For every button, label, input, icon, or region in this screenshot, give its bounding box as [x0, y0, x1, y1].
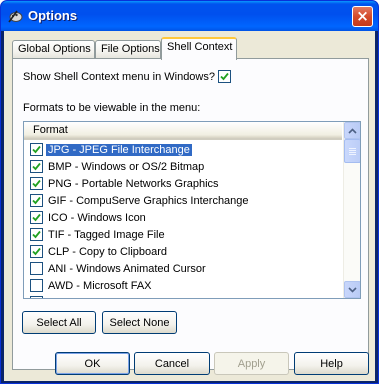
tab-label: Global Options [18, 43, 91, 55]
formats-rows: JPG - JPEG File Interchange BMP - Windows… [24, 141, 342, 299]
show-shell-context-row: Show Shell Context menu in Windows? [23, 70, 231, 83]
tab-shell-context[interactable]: Shell Context [161, 37, 237, 60]
cancel-label: Cancel [154, 357, 190, 370]
chevron-down-icon [348, 286, 357, 293]
list-item[interactable]: AWD - Microsoft FAX [24, 277, 342, 294]
select-none-label: Select None [109, 316, 170, 329]
shell-context-panel: Show Shell Context menu in Windows? Form… [12, 58, 369, 370]
chevron-up-icon [348, 127, 357, 134]
help-label: Help [320, 357, 343, 370]
options-dialog: Options × Global Options File Options Sh… [0, 0, 379, 384]
format-checkbox[interactable] [30, 279, 43, 292]
list-item[interactable]: ANI - Windows Animated Cursor [24, 260, 342, 277]
ok-label: OK [84, 357, 101, 370]
check-icon [32, 145, 41, 154]
format-checkbox[interactable] [30, 262, 43, 275]
check-icon [220, 72, 229, 81]
apply-label: Apply [237, 357, 266, 370]
format-label: GIF - CompuServe Graphics Interchange [48, 194, 249, 207]
tab-file-options[interactable]: File Options [95, 40, 161, 59]
scroll-up-button[interactable] [344, 122, 360, 139]
list-item[interactable]: GIF - CompuServe Graphics Interchange [24, 192, 342, 209]
format-column-label: Format [33, 124, 68, 136]
check-icon [32, 230, 41, 239]
cancel-button[interactable]: Cancel [134, 352, 210, 375]
check-icon [32, 179, 41, 188]
help-button[interactable]: Help [294, 352, 369, 375]
format-checkbox[interactable] [30, 228, 43, 241]
check-icon [32, 196, 41, 205]
select-all-button[interactable]: Select All [22, 311, 96, 334]
check-icon [32, 162, 41, 171]
format-checkbox[interactable] [30, 211, 43, 224]
select-none-button[interactable]: Select None [102, 311, 177, 334]
tab-label: File Options [101, 43, 160, 55]
formats-label: Formats to be viewable in the menu: [23, 102, 201, 114]
show-shell-context-checkbox[interactable] [217, 70, 231, 83]
formats-list[interactable]: Format JPG - JPEG File Interchange BMP - … [23, 121, 361, 299]
format-label: AWD - Microsoft FAX [48, 279, 152, 292]
apply-button[interactable]: Apply [214, 352, 289, 375]
formats-scrollbar[interactable] [343, 122, 360, 298]
list-item[interactable]: PNG - Portable Networks Graphics [24, 175, 342, 192]
format-checkbox[interactable] [30, 160, 43, 173]
scroll-thumb[interactable] [344, 139, 360, 163]
format-label: TIF - Tagged Image File [48, 228, 165, 241]
list-item[interactable]: CAL - CALS Raster File [24, 294, 342, 299]
format-label: CAL - CALS Raster File [48, 297, 164, 299]
format-column-header[interactable]: Format [24, 122, 342, 140]
format-label: ANI - Windows Animated Cursor [48, 262, 206, 275]
format-label: PNG - Portable Networks Graphics [48, 177, 219, 190]
tab-global-options[interactable]: Global Options [12, 40, 95, 59]
close-icon: × [356, 7, 369, 25]
close-button[interactable]: × [352, 6, 373, 27]
list-item[interactable]: JPG - JPEG File Interchange [24, 141, 342, 158]
list-item[interactable]: ICO - Windows Icon [24, 209, 342, 226]
scroll-down-button[interactable] [344, 281, 360, 298]
format-label: CLP - Copy to Clipboard [48, 245, 168, 258]
format-checkbox[interactable] [30, 194, 43, 207]
format-label: JPG - JPEG File Interchange [46, 143, 192, 156]
format-checkbox[interactable] [30, 245, 43, 258]
list-item[interactable]: BMP - Windows or OS/2 Bitmap [24, 158, 342, 175]
dialog-body: Global Options File Options Shell Contex… [4, 31, 375, 381]
app-icon [8, 10, 23, 23]
check-icon [32, 247, 41, 256]
window-title: Options [28, 8, 78, 23]
format-checkbox[interactable] [30, 143, 43, 156]
title-bar[interactable]: Options × [1, 1, 378, 31]
show-shell-context-label: Show Shell Context menu in Windows? [23, 70, 215, 83]
format-label: BMP - Windows or OS/2 Bitmap [48, 160, 205, 173]
ok-button[interactable]: OK [55, 352, 130, 375]
format-label: ICO - Windows Icon [48, 211, 146, 224]
format-checkbox[interactable] [30, 296, 43, 298]
list-item[interactable]: TIF - Tagged Image File [24, 226, 342, 243]
tab-label: Shell Context [167, 41, 233, 53]
check-icon [32, 213, 41, 222]
format-checkbox[interactable] [30, 177, 43, 190]
select-all-label: Select All [36, 316, 82, 329]
list-item[interactable]: CLP - Copy to Clipboard [24, 243, 342, 260]
